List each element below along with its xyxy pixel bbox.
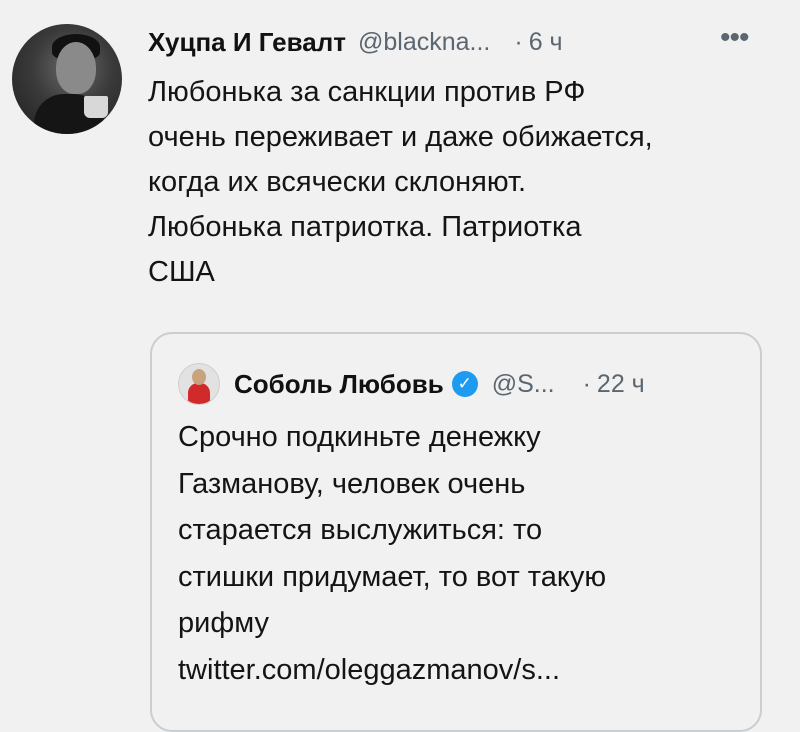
quoted-tweet-text: Срочно подкиньте денежку Газманову, чело… — [178, 414, 748, 693]
quoted-author-name: Соболь Любовь — [234, 368, 444, 399]
author-avatar[interactable] — [12, 24, 122, 134]
separator-dot: · — [514, 27, 523, 56]
quoted-text-line: Газманову, человек очень — [178, 467, 526, 500]
quoted-text-line: Срочно подкиньте денежку — [178, 421, 541, 453]
quoted-author-handle: @S... — [491, 369, 555, 398]
more-horizontal-icon[interactable]: ••• — [720, 23, 764, 53]
quoted-tweet-timestamp: 22 ч — [596, 369, 645, 398]
avatar-face — [56, 42, 96, 94]
quoted-tweet-header: Соболь Любовь ✓ @S... · 22 ч — [178, 362, 645, 406]
tweet-timestamp[interactable]: 6 ч — [529, 28, 563, 57]
author-handle[interactable]: @blackna... — [358, 28, 490, 57]
quoted-text-line: старается выслужиться: то — [178, 514, 543, 546]
tweet-text-line: Любонька за санкции против РФ — [148, 76, 586, 108]
quoted-author-avatar — [178, 363, 220, 405]
tweet-text-line: США — [148, 256, 215, 288]
quoted-text-line: рифму — [178, 607, 269, 639]
avatar-dress — [188, 383, 210, 404]
author-name[interactable]: Хуцпа И Гевалт — [148, 27, 346, 58]
tweet-text-line: очень переживает и даже обижается, — [148, 121, 653, 153]
tweet-header: Хуцпа И Гевалт @blackna... · 6 ч — [148, 22, 563, 62]
avatar-cup — [84, 96, 108, 118]
verified-badge-icon: ✓ — [451, 371, 478, 397]
tweet-text: Любонька за санкции против РФ очень пере… — [148, 70, 778, 295]
quoted-tweet-link[interactable]: twitter.com/oleggazmanov/s... — [178, 647, 748, 694]
avatar-face — [192, 369, 206, 385]
quoted-tweet-card[interactable]: Соболь Любовь ✓ @S... · 22 ч Срочно подк… — [150, 332, 762, 732]
separator-dot: · — [582, 369, 591, 398]
tweet-text-line: когда их всячески склоняют. — [148, 166, 527, 198]
tweet-text-line: Любонька патриотка. Патриотка — [148, 211, 582, 243]
quoted-text-line: стишки придумает, то вот такую — [178, 560, 607, 593]
